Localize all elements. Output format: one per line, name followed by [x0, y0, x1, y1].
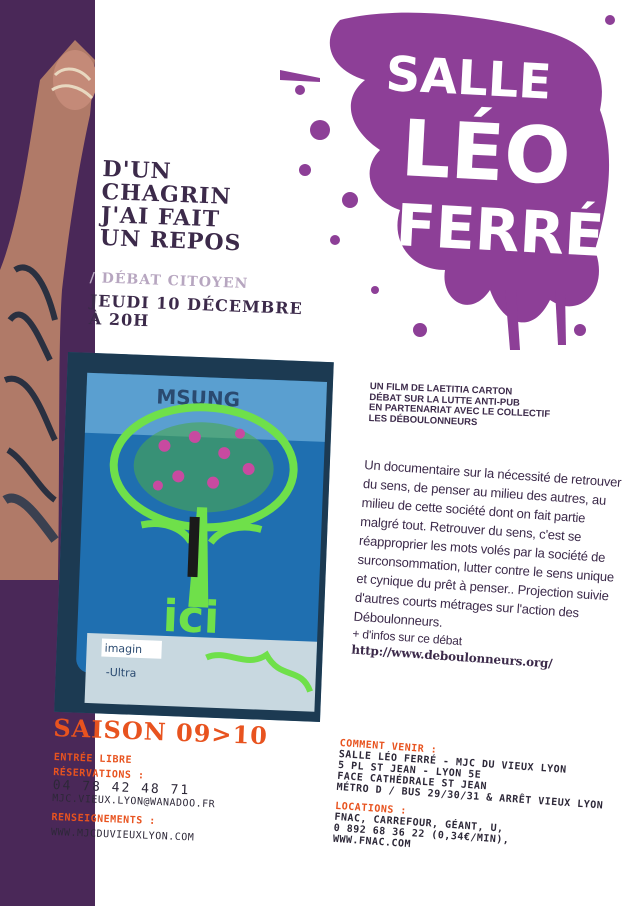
- photo-word: ici: [162, 591, 220, 644]
- photo-sticker: imagin: [104, 642, 142, 656]
- film-credits: UN FILM DE LAETITIA CARTON DÉBAT SUR LA …: [368, 381, 627, 434]
- venue-line2: LÉO: [399, 102, 573, 203]
- event-title: D'UN CHAGRIN J'AI FAIT UN REPOS: [99, 156, 244, 257]
- graffiti-tree-image: MSUNG ici imagin -Ultra: [54, 352, 334, 722]
- event-date: JEUDI 10 DÉCEMBRE À 20H: [89, 291, 303, 336]
- event-subtitle: / DÉBAT CITOYEN: [89, 270, 249, 293]
- practical-info-left: ENTRÉE LIBRE RÉSERVATIONS : 04 78 42 48 …: [51, 752, 324, 848]
- title-line4: UN REPOS: [99, 224, 242, 257]
- venue-line1: SALLE: [384, 46, 552, 111]
- event-description: Un documentaire sur la nécessité de retr…: [351, 455, 623, 676]
- purple-splatter-venue-logo: SALLE LÉO FERRÉ: [280, 12, 615, 350]
- photo-ultra: -Ultra: [105, 666, 136, 680]
- venue-line3: FERRÉ: [394, 190, 606, 270]
- description-text: Un documentaire sur la nécessité de retr…: [353, 456, 622, 630]
- event-photo: MSUNG ici imagin -Ultra: [54, 352, 334, 722]
- practical-info-right: COMMENT VENIR : SALLE LÉO FERRÉ - MJC DU…: [333, 738, 627, 865]
